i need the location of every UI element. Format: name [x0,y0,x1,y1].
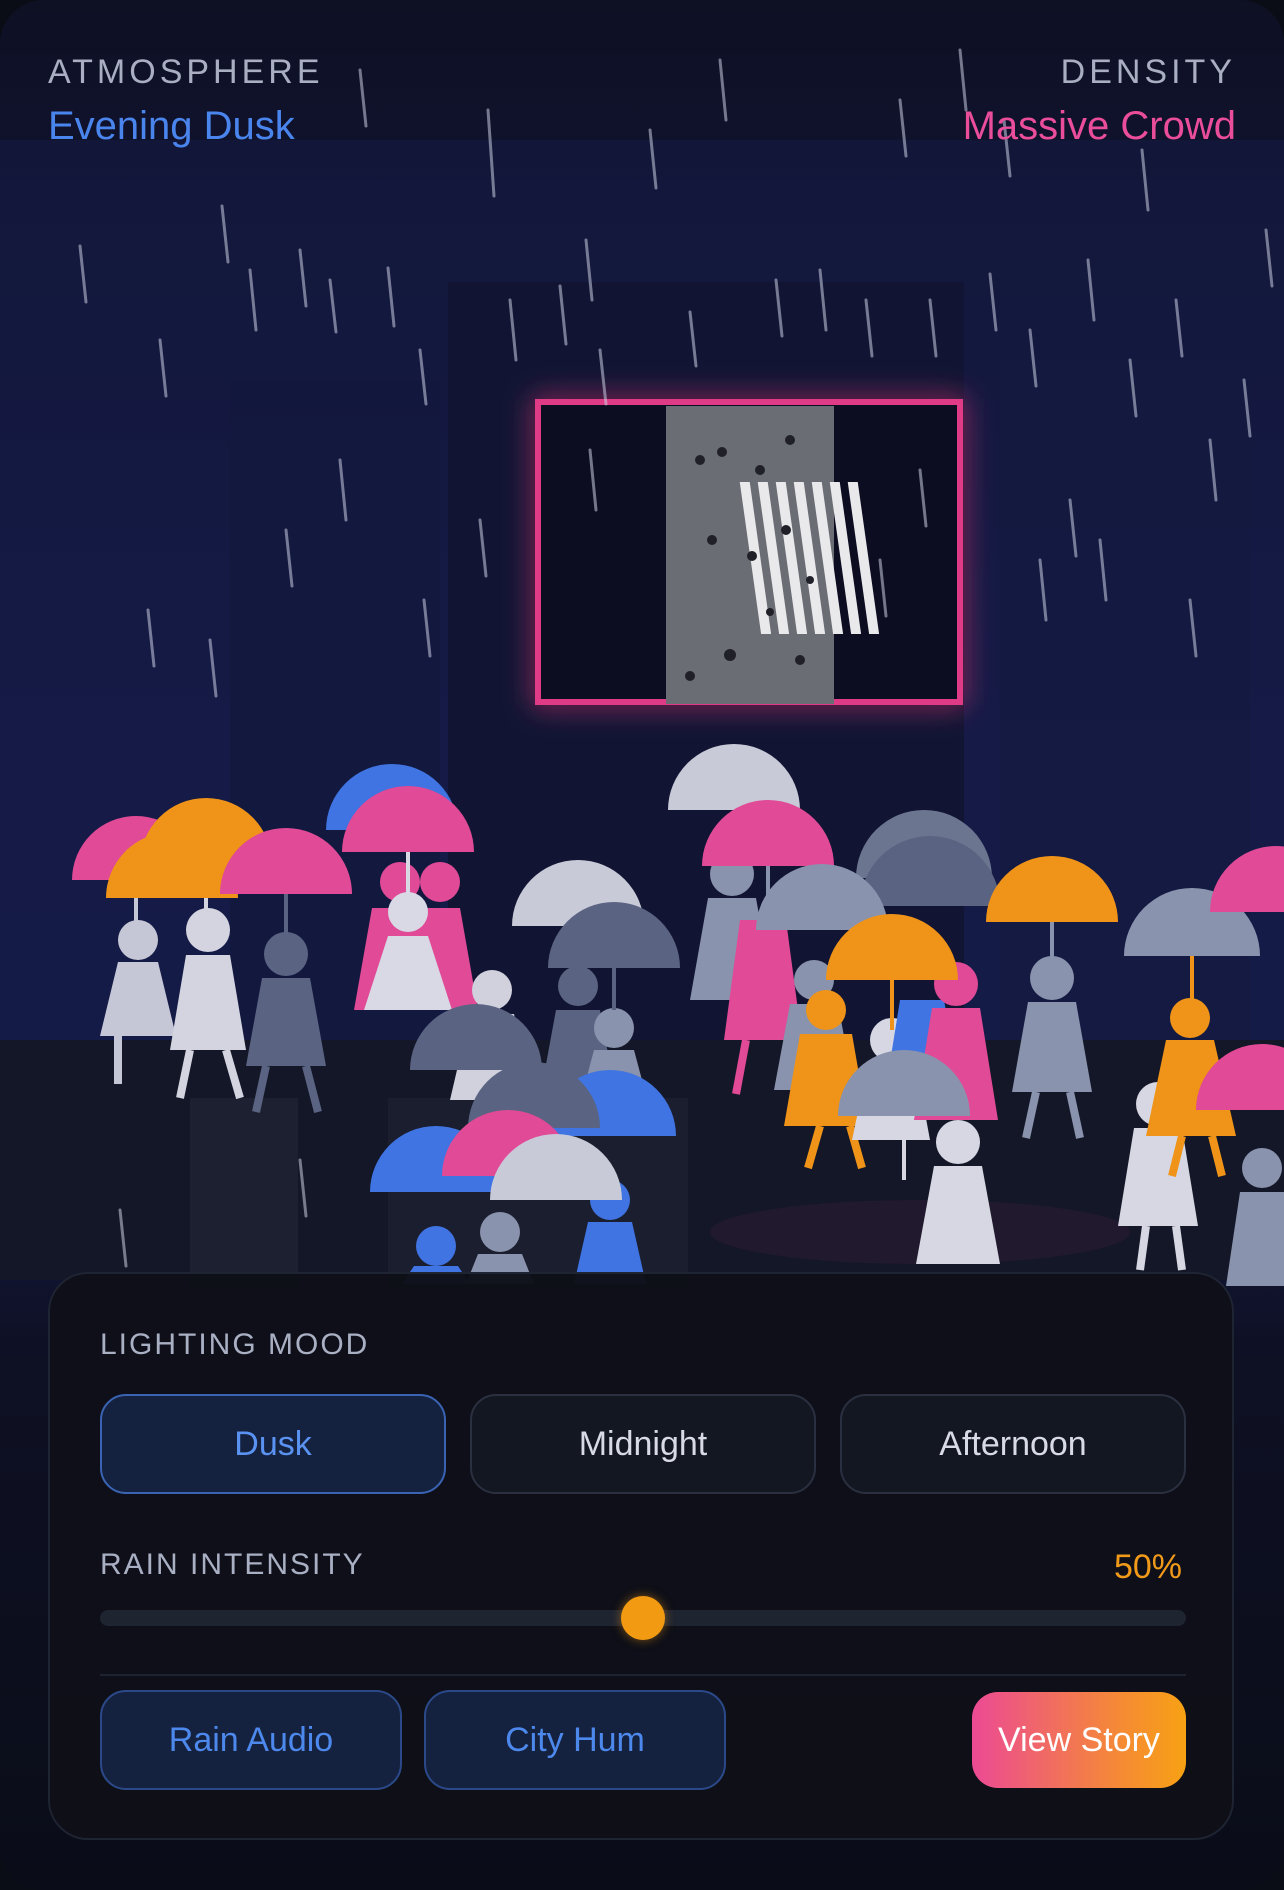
density-value: Massive Crowd [962,104,1236,148]
lighting-mood-label: LIGHTING MOOD [100,1328,370,1361]
app-window: ATMOSPHERE Evening Dusk DENSITY Massive … [0,0,1284,1890]
city-hum-button[interactable]: City Hum [424,1690,726,1790]
divider [100,1674,1186,1676]
rain-intensity-slider[interactable] [100,1596,1186,1640]
mood-midnight-button[interactable]: Midnight [470,1394,816,1494]
street-pillar [190,1098,298,1288]
mood-afternoon-button[interactable]: Afternoon [840,1394,1186,1494]
rain-intensity-slider-thumb[interactable] [621,1596,665,1640]
rain-intensity-label: RAIN INTENSITY [100,1548,365,1581]
mood-dusk-button[interactable]: Dusk [100,1394,446,1494]
action-row: Rain Audio City Hum View Story [100,1690,1186,1790]
billboard-screen [535,399,963,705]
rain-audio-button[interactable]: Rain Audio [100,1690,402,1790]
rain-intensity-value: 50% [1113,1548,1182,1586]
atmosphere-label: ATMOSPHERE [48,53,324,91]
view-story-button[interactable]: View Story [972,1692,1186,1788]
atmosphere-value: Evening Dusk [48,104,295,148]
atmosphere-section: ATMOSPHERE Evening Dusk [48,50,324,154]
control-panel: LIGHTING MOOD Dusk Midnight Afternoon RA… [48,1272,1234,1840]
density-label: DENSITY [1060,53,1236,91]
density-section: DENSITY Massive Crowd [963,50,1236,154]
lighting-mood-options: Dusk Midnight Afternoon [100,1394,1186,1494]
